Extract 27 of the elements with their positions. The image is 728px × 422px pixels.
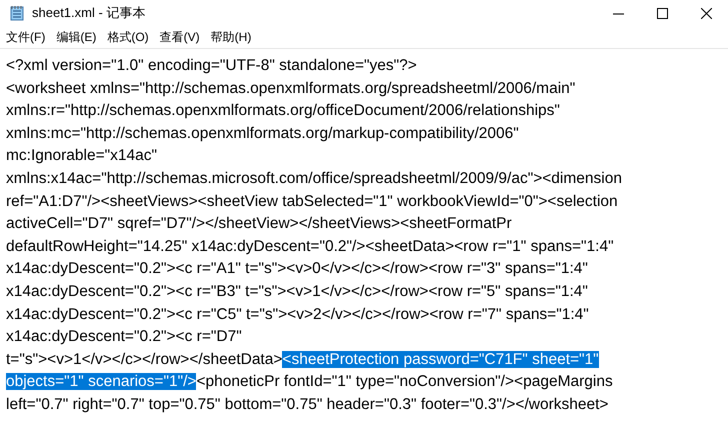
- menu-item[interactable]: 查看(V): [156, 28, 207, 46]
- text-line: <phoneticPr fontId="1" type="noConversion"/><pageMargins: [196, 373, 613, 390]
- menu-item[interactable]: 帮助(H): [206, 28, 258, 46]
- close-icon: [700, 8, 712, 18]
- text-line: ref="A1:D7"/><sheetViews><sheetView tabSelected="1" workbookViewId="0"><selection: [6, 192, 618, 210]
- selected-text: <sheetProtection password="C71F" sheet="1": [282, 350, 599, 368]
- text-line: xmlns:x14ac="http://schemas.microsoft.com/office/spreadsheetml/2009/9/ac"><dimension: [6, 170, 622, 187]
- text-line: mc:Ignorable="x14ac": [6, 147, 158, 164]
- text-line: activeCell="D7" sqref="D7"/></sheetView></sheetViews><sheetFormatPr: [6, 215, 512, 232]
- maximize-icon: [656, 8, 668, 18]
- window-title: sheet1.xml - 记事本: [32, 4, 146, 22]
- text-line: xmlns:r="http://schemas.openxmlformats.org/officeDocument/2006/relationships": [6, 102, 560, 120]
- text-line: x14ac:dyDescent="0.2"><c r="D7": [6, 328, 242, 346]
- text-line: left="0.7" right="0.7" top="0.75" bottom="0.75" header="0.3" footer="0.3"/></worksheet>: [6, 396, 608, 413]
- text-line: <?xml version="1.0" encoding="UTF-8" standalone="yes"?>: [6, 57, 417, 74]
- text-line: defaultRowHeight="14.25" x14ac:dyDescent="0.2"/><sheetData><row r="1" spans="1:4": [6, 238, 614, 255]
- text-line: t="s"><v>1</v></c></row></sheetData>: [6, 350, 282, 368]
- menu-item[interactable]: 编辑(E): [52, 28, 104, 46]
- text-line: <worksheet xmlns="http://schemas.openxmlformats.org/spreadsheetml/2006/main": [6, 80, 576, 97]
- menu-item[interactable]: 文件(F): [2, 28, 52, 46]
- text-line: x14ac:dyDescent="0.2"><c r="C5" t="s"><v>2</v></c></row><row r="7" spans="1:4": [6, 306, 589, 323]
- text-line: xmlns:mc="http://schemas.openxmlformats.org/markup-compatibility/2006": [6, 124, 519, 142]
- menu-item[interactable]: 格式(O): [103, 28, 156, 46]
- text-line: x14ac:dyDescent="0.2"><c r="B3" t="s"><v>1</v></c></row><row r="5" spans="1:4": [6, 282, 588, 300]
- selected-text: objects="1" scenarios="1"/>: [6, 373, 196, 390]
- notepad-icon: [10, 5, 24, 21]
- text-line: x14ac:dyDescent="0.2"><c r="A1" t="s"><v>0</v></c></row><row r="3" spans="1:4": [6, 260, 588, 278]
